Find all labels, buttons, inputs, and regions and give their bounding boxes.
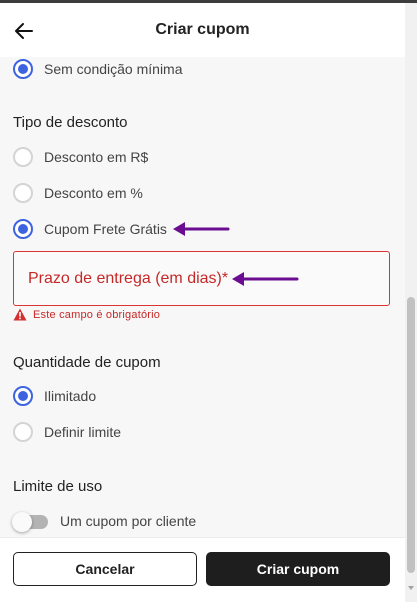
footer-actions: Cancelar Criar cupom — [0, 537, 405, 602]
radio-label: Desconto em R$ — [44, 149, 149, 165]
radio-desconto-percent[interactable]: Desconto em % — [13, 182, 143, 204]
cancel-button[interactable]: Cancelar — [13, 552, 197, 586]
warning-triangle-icon — [13, 308, 27, 321]
create-coupon-button[interactable]: Criar cupom — [206, 552, 390, 586]
annotation-arrow-icon — [232, 272, 299, 286]
radio-button[interactable] — [13, 147, 33, 167]
page-title: Criar cupom — [155, 21, 250, 38]
section-title-discount-type: Tipo de desconto — [13, 114, 128, 131]
one-per-customer-toggle[interactable] — [12, 512, 48, 532]
annotation-arrow-icon — [173, 222, 230, 236]
radio-button[interactable] — [13, 422, 33, 442]
delivery-days-input[interactable]: Prazo de entrega (em dias)* — [13, 251, 390, 306]
radio-frete-gratis[interactable]: Cupom Frete Grátis — [13, 218, 167, 240]
radio-button-checked[interactable] — [13, 219, 33, 239]
field-label: Prazo de entrega (em dias)* — [28, 269, 229, 287]
header: Criar cupom — [0, 3, 405, 57]
radio-desconto-reais[interactable]: Desconto em R$ — [13, 146, 148, 168]
radio-label: Desconto em % — [44, 185, 143, 201]
radio-label: Cupom Frete Grátis — [44, 221, 167, 237]
toggle-label: Um cupom por cliente — [60, 513, 197, 529]
radio-button-checked[interactable] — [13, 386, 33, 406]
radio-button-checked[interactable] — [13, 59, 33, 79]
radio-label: Ilimitado — [44, 388, 97, 404]
scrollbar-thumb[interactable] — [407, 297, 415, 573]
section-title-usage-limit: Limite de uso — [13, 478, 103, 495]
radio-label: Definir limite — [44, 424, 122, 440]
toggle-knob — [12, 512, 32, 532]
scroll-down-arrow-icon[interactable] — [408, 586, 414, 590]
field-error: Este campo é obrigatório — [13, 308, 160, 321]
radio-sem-condicao[interactable]: Sem condição mínima — [13, 58, 183, 80]
radio-ilimitado[interactable]: Ilimitado — [13, 385, 96, 407]
form-content: Sem condição mínima Tipo de desconto Des… — [0, 57, 405, 537]
error-message: Este campo é obrigatório — [33, 308, 161, 321]
section-title-quantity: Quantidade de cupom — [13, 354, 161, 371]
radio-button[interactable] — [13, 183, 33, 203]
radio-label: Sem condição mínima — [44, 61, 183, 77]
radio-definir-limite[interactable]: Definir limite — [13, 421, 121, 443]
